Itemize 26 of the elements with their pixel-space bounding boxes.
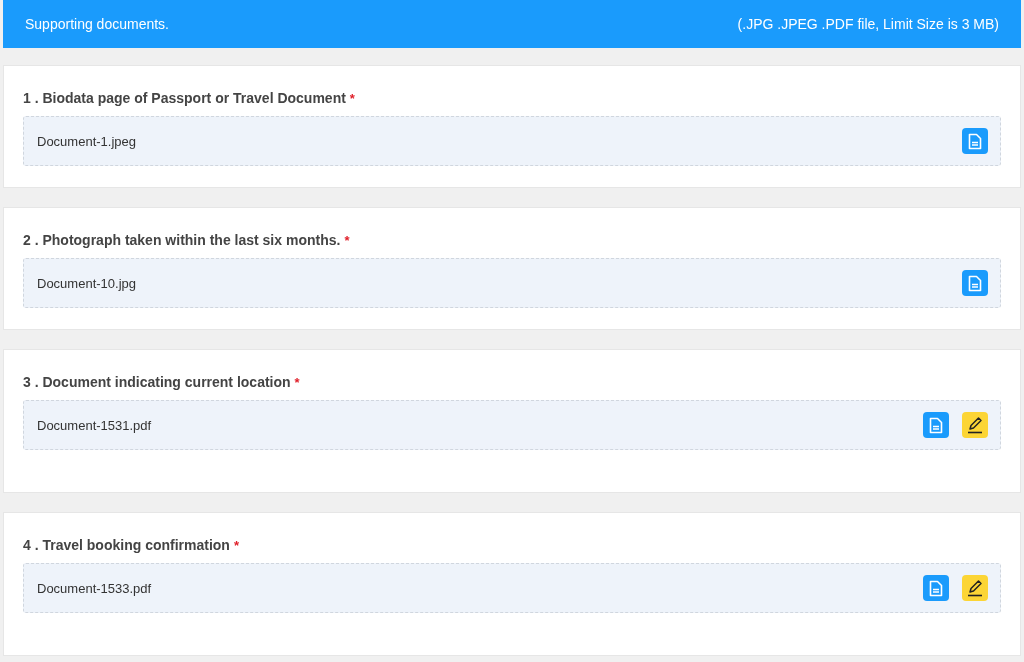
document-icon <box>968 132 982 150</box>
view-document-button[interactable] <box>962 270 988 296</box>
file-name: Document-10.jpg <box>37 275 137 291</box>
document-icon <box>929 579 943 597</box>
pencil-icon <box>966 416 984 434</box>
required-asterisk: * <box>233 538 239 553</box>
file-name: Document-1531.pdf <box>37 417 153 433</box>
view-document-button[interactable] <box>923 412 949 438</box>
edit-button[interactable] <box>962 575 988 601</box>
view-document-button[interactable] <box>923 575 949 601</box>
document-icon <box>929 416 943 434</box>
document-label: 4 . Travel booking confirmation <box>23 537 230 553</box>
document-icon <box>968 274 982 292</box>
file-limit-note: (.JPG .JPEG .PDF file, Limit Size is 3 MB) <box>737 16 999 32</box>
view-document-button[interactable] <box>962 128 988 154</box>
document-label: 1 . Biodata page of Passport or Travel Document <box>23 90 346 106</box>
document-label: 3 . Document indicating current location <box>23 374 291 390</box>
file-name: Document-1.jpeg <box>37 133 137 149</box>
file-name: Document-1533.pdf <box>37 580 153 596</box>
required-asterisk: * <box>294 375 300 390</box>
document-label: 2 . Photograph taken within the last six months. <box>23 232 341 248</box>
edit-button[interactable] <box>962 412 988 438</box>
section-title: Supporting documents. <box>25 16 169 32</box>
required-asterisk: * <box>344 233 350 248</box>
pencil-icon <box>966 579 984 597</box>
required-asterisk: * <box>349 91 355 106</box>
